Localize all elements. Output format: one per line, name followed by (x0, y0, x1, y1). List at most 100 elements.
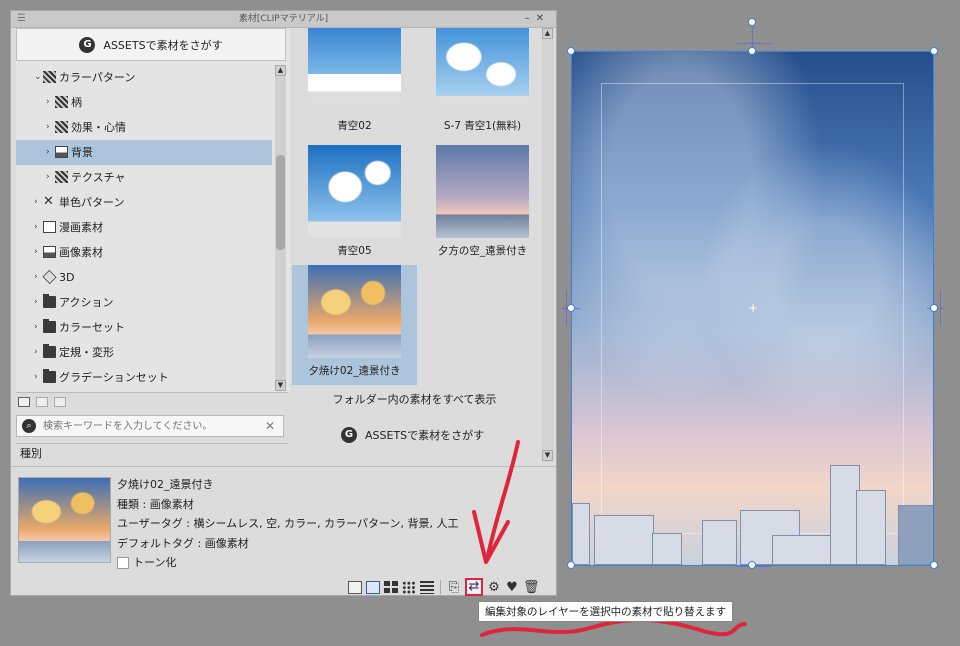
thumbnail-caption: 夕方の空_遠景付き (437, 245, 528, 257)
tree-item-label: 漫画素材 (59, 221, 103, 234)
folder-icon (43, 344, 56, 358)
detail-user-tags: ユーザータグ : 横シームレス, 空, カラー, カラーパターン, 背景, 人工 (117, 517, 459, 530)
detail-info: 夕焼け02_遠景付き 種類 : 画像素材 ユーザータグ : 横シームレス, 空,… (117, 475, 458, 573)
material-thumbnail[interactable]: S-7 青空1(無料) (420, 28, 542, 148)
collapse-chevron-icon[interactable]: › (34, 190, 38, 215)
collapse-chevron-icon[interactable]: › (34, 340, 38, 365)
collapse-chevron-icon[interactable]: › (34, 240, 38, 265)
thumbnail-image (308, 28, 401, 109)
tree-item-label: グラデーションセット (59, 371, 169, 384)
tree-item[interactable]: › 背景 (16, 140, 272, 165)
kind-filter-label: 種別 (20, 447, 42, 460)
large-thumbnail-view-icon[interactable] (384, 580, 398, 594)
collapse-chevron-icon[interactable]: › (34, 315, 38, 340)
tone-toggle[interactable]: トーン化 (117, 553, 458, 573)
collapse-chevron-icon[interactable]: › (34, 215, 38, 240)
red-arrow-shaft (485, 440, 520, 562)
tree-item[interactable]: › グラデーションセット (16, 365, 272, 390)
panel-menu-icon[interactable]: ☰ (17, 11, 26, 27)
detail-preview-image (18, 477, 111, 563)
grid-scrollbar[interactable]: ▲ ▼ (542, 28, 554, 462)
tree-item[interactable]: › テクスチャ (16, 165, 272, 190)
collapse-chevron-icon[interactable]: › (34, 290, 38, 315)
resize-handle-left[interactable] (567, 304, 575, 312)
tree-item[interactable]: › 柄 (16, 90, 272, 115)
thumbnail-image (308, 145, 401, 238)
collapse-chevron-icon[interactable]: › (46, 115, 50, 140)
list-view-icon[interactable] (420, 580, 434, 594)
scroll-up-button[interactable]: ▲ (275, 65, 286, 76)
material-thumbnail[interactable]: 夕方の空_遠景付き (420, 145, 542, 265)
detail-default-tag: デフォルトタグ : 画像素材 (117, 536, 249, 550)
resize-handle-top[interactable] (748, 47, 756, 55)
search-input[interactable] (41, 419, 265, 433)
tree-item[interactable]: ⌄ カラーパターン (16, 65, 272, 90)
tree-item[interactable]: › 3D (16, 265, 272, 290)
tree-item[interactable]: › 漫画素材 (16, 215, 272, 240)
tree-item[interactable]: › ✕ 単色パターン (16, 190, 272, 215)
tree-item-label: 画像素材 (59, 246, 103, 259)
tree-item[interactable]: › 画像素材 (16, 240, 272, 265)
tone-checkbox[interactable] (117, 556, 129, 569)
tree-scroll-thumb[interactable] (276, 155, 285, 250)
show-all-link[interactable]: フォルダー内の素材をすべて表示 (287, 391, 542, 407)
collapse-chevron-icon[interactable]: › (46, 165, 50, 190)
red-underline-squiggle (480, 617, 747, 637)
detail-view-icon[interactable] (366, 580, 380, 594)
tree-item-label: カラーパターン (59, 71, 136, 84)
folder-icon (43, 319, 56, 333)
material-thumbnail[interactable]: 青空02 (292, 28, 417, 148)
collapse-chevron-icon[interactable]: › (46, 140, 50, 165)
resize-handle-top-right[interactable] (930, 47, 938, 55)
thumbnail-image (308, 265, 401, 358)
thumbnail-caption: S-7 青空1(無料) (443, 120, 522, 132)
tree-list: ⌄ カラーパターン › 柄 › 効果・心情 › 背景 › テクスチャ › ✕ 単色パターン › 漫画素材 › 画… (16, 65, 272, 390)
duplicate-folder-icon[interactable] (36, 397, 48, 407)
paste-material-icon[interactable]: ⎘ (447, 581, 461, 594)
collapse-chevron-icon[interactable]: › (34, 265, 38, 290)
material-tree: G ASSETSで素材をさがす ⌄ カラーパターン › 柄 › 効果・心情 › 背景 › テクスチ… (16, 28, 290, 393)
cube-icon (42, 269, 57, 285)
panel-window-controls[interactable]: –✕ (525, 11, 550, 27)
thumbnail-image (436, 28, 529, 109)
collapse-chevron-icon[interactable]: › (34, 365, 38, 390)
material-thumbnail[interactable]: 青空05 (292, 145, 417, 265)
tree-item[interactable]: › アクション (16, 290, 272, 315)
panel-title: 素材[CLIPマテリアル] (238, 14, 329, 24)
tree-item-label: 3D (59, 271, 75, 284)
toolbar-separator (440, 580, 441, 594)
assets-search-button[interactable]: G ASSETSで素材をさがす (16, 28, 286, 61)
tree-item[interactable]: › 定規・変形 (16, 340, 272, 365)
resize-handle-right[interactable] (930, 304, 938, 312)
tree-item[interactable]: › 効果・心情 (16, 115, 272, 140)
expand-chevron-icon[interactable]: ⌄ (34, 65, 42, 90)
close-icon[interactable]: ✕ (536, 13, 550, 24)
collapse-chevron-icon[interactable]: › (46, 90, 50, 115)
tree-scrollbar[interactable]: ▲ ▼ (275, 65, 286, 391)
scroll-down-button[interactable]: ▼ (275, 380, 286, 391)
resize-handle-top-left[interactable] (567, 47, 575, 55)
grid-scroll-up-button[interactable]: ▲ (542, 28, 553, 39)
material-thumbnail[interactable]: 夕焼け02_遠景付き (292, 265, 417, 385)
panel-titlebar[interactable]: ☰ 素材[CLIPマテリアル] –✕ (11, 11, 556, 28)
tree-item-label: 定規・変形 (59, 346, 114, 359)
new-folder-icon[interactable] (18, 397, 30, 407)
tone-label: トーン化 (133, 556, 177, 569)
checkbox-view-icon[interactable] (348, 580, 362, 594)
rotate-handle[interactable] (748, 18, 756, 26)
edit-folder-icon[interactable] (54, 397, 66, 407)
small-thumbnail-view-icon[interactable] (402, 580, 416, 594)
center-crosshair-icon[interactable]: + (748, 302, 758, 314)
search-icon[interactable]: ⌕ (22, 419, 36, 433)
building (898, 505, 933, 565)
thumbnail-caption: 青空05 (337, 245, 372, 257)
tree-item-label: カラーセット (59, 321, 125, 334)
kind-filter[interactable]: 種別 (16, 443, 288, 464)
resize-handle-bottom-right[interactable] (930, 561, 938, 569)
assets-search-label: ASSETSで素材をさがす (103, 38, 223, 52)
image-icon (55, 146, 68, 158)
clear-search-icon[interactable]: ✕ (265, 419, 275, 433)
minimize-icon[interactable]: – (525, 13, 536, 24)
top-center-tick (735, 43, 771, 44)
tree-item[interactable]: › カラーセット (16, 315, 272, 340)
